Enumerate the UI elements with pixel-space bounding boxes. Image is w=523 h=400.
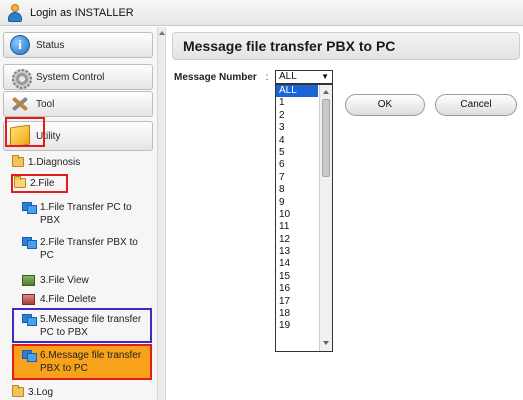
toolbox-icon [10, 124, 30, 148]
dropdown-option[interactable]: 1 [276, 97, 318, 109]
tree-item-label: 2.File Transfer PBX to PC [40, 237, 138, 261]
cancel-button[interactable]: Cancel [435, 94, 517, 116]
dropdown-caret-icon: ▼ [321, 72, 329, 81]
tree-file-transfer-pc-to-pbx[interactable]: 1.File Transfer PC to PBX [22, 201, 154, 227]
scroll-down-arrow-icon[interactable] [323, 341, 329, 345]
tree-item-label: 6.Message file transfer PBX to PC [40, 350, 142, 374]
dropdown-option[interactable]: 2 [276, 110, 318, 122]
dropdown-option[interactable]: 15 [276, 271, 318, 283]
dropdown-option[interactable]: 18 [276, 308, 318, 320]
menu-system-control-button[interactable]: System Control [3, 64, 153, 90]
user-icon [6, 3, 24, 23]
dropdown-option[interactable]: 6 [276, 159, 318, 171]
file-view-icon [22, 275, 35, 286]
tree-log[interactable]: 3.Log [12, 385, 54, 399]
dropdown-scrollbar[interactable] [319, 85, 332, 351]
dropdown-option[interactable]: 4 [276, 135, 318, 147]
dropdown-option[interactable]: 10 [276, 209, 318, 221]
dropdown-option[interactable]: 16 [276, 283, 318, 295]
dropdown-option[interactable]: 17 [276, 296, 318, 308]
tree-item-label: 5.Message file transfer PC to PBX [40, 314, 142, 338]
tree-diagnosis[interactable]: 1.Diagnosis [12, 155, 81, 169]
menu-status-label: Status [36, 39, 65, 51]
menu-system-control-label: System Control [36, 71, 105, 83]
message-number-select[interactable]: ALL ▼ [275, 70, 333, 84]
gear-icon [10, 67, 32, 89]
dropdown-option[interactable]: 3 [276, 122, 318, 134]
dropdown-option[interactable]: ALL [276, 85, 318, 98]
message-number-label: Message Number : [174, 72, 268, 83]
scroll-up-arrow-icon[interactable] [323, 90, 329, 94]
tree-message-transfer-pc-to-pbx[interactable]: 5.Message file transfer PC to PBX [22, 313, 150, 339]
tools-icon [10, 94, 30, 114]
dropdown-option[interactable]: 8 [276, 184, 318, 196]
tree-file[interactable]: 2.File [14, 176, 55, 190]
ok-button[interactable]: OK [345, 94, 425, 116]
menu-status-button[interactable]: Status [3, 32, 153, 58]
scroll-thumb[interactable] [322, 99, 330, 177]
selected-value: ALL [279, 71, 297, 82]
tree-item-label: 1.File Transfer PC to PBX [40, 202, 132, 226]
top-bar: Login as INSTALLER [0, 0, 523, 26]
file-delete-icon [22, 294, 35, 305]
dropdown-option[interactable]: 14 [276, 258, 318, 270]
tree-file-delete[interactable]: 4.File Delete [22, 293, 96, 306]
dropdown-option[interactable]: 11 [276, 221, 318, 233]
login-status-text: Login as INSTALLER [30, 6, 134, 19]
menu-tool-button[interactable]: Tool [3, 91, 153, 117]
transfer-icon [22, 202, 37, 214]
menu-utility-button[interactable]: Utility [3, 121, 153, 151]
transfer-icon [22, 350, 37, 362]
dropdown-option[interactable]: 12 [276, 234, 318, 246]
dropdown-option[interactable]: 9 [276, 197, 318, 209]
scroll-up-arrow-icon[interactable] [159, 31, 165, 35]
field-separator: : [265, 72, 269, 83]
menu-utility-label: Utility [36, 130, 61, 142]
message-number-dropdown-list[interactable]: ALL 1 2 3 4 5 6 7 8 9 10 11 12 13 14 15 16 17 18 19 [275, 84, 333, 352]
page-header: Message file transfer PBX to PC [172, 32, 520, 60]
folder-icon [12, 155, 24, 167]
sidebar-scrollbar[interactable] [158, 27, 166, 400]
page-title: Message file transfer PBX to PC [183, 38, 396, 54]
dropdown-option[interactable]: 7 [276, 172, 318, 184]
tree-item-label: 4.File Delete [40, 294, 97, 305]
tree-log-label: 3.Log [28, 387, 54, 398]
info-icon [10, 35, 30, 55]
tree-message-transfer-pbx-to-pc[interactable]: 6.Message file transfer PBX to PC [22, 349, 150, 375]
transfer-icon [22, 314, 37, 326]
message-number-label-text: Message Number [174, 72, 257, 83]
dropdown-option[interactable]: 5 [276, 147, 318, 159]
transfer-icon [22, 237, 37, 249]
dropdown-option[interactable]: 13 [276, 246, 318, 258]
tree-file-view[interactable]: 3.File View [22, 274, 89, 287]
tree-file-label: 2.File [30, 178, 55, 189]
tree-diagnosis-label: 1.Diagnosis [28, 157, 81, 168]
dropdown-option[interactable]: 19 [276, 320, 318, 332]
menu-tool-label: Tool [36, 98, 55, 110]
folder-open-icon [14, 176, 26, 188]
folder-icon [12, 385, 24, 397]
tree-item-label: 3.File View [40, 275, 89, 286]
tree-file-transfer-pbx-to-pc[interactable]: 2.File Transfer PBX to PC [22, 236, 154, 262]
